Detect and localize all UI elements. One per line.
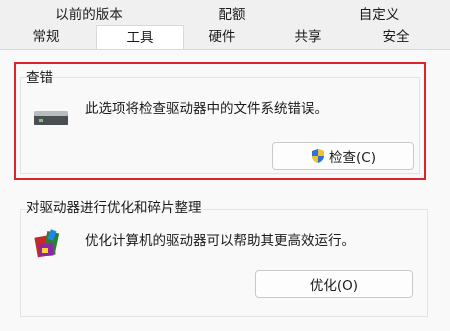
error-check-description: 此选项将检查驱动器中的文件系统错误。: [85, 101, 328, 117]
check-button[interactable]: 检查(C): [272, 142, 414, 170]
tab-customize[interactable]: 自定义: [354, 4, 404, 26]
tab-general[interactable]: 常规: [26, 26, 66, 48]
optimize-title: 对驱动器进行优化和碎片整理: [26, 200, 202, 216]
optimize-group-frame: [20, 209, 428, 317]
error-check-title: 查错: [26, 70, 53, 86]
tab-row-top: 以前的版本 配额 自定义: [0, 4, 450, 26]
defrag-icon: [34, 229, 60, 258]
optimize-button[interactable]: 优化(O): [255, 270, 413, 298]
tab-hardware[interactable]: 硬件: [202, 26, 242, 48]
tab-sharing[interactable]: 共享: [288, 26, 328, 48]
tab-security[interactable]: 安全: [376, 26, 416, 48]
check-button-label: 检查(C): [329, 150, 376, 166]
uac-shield-icon: [312, 149, 325, 163]
tab-quota[interactable]: 配额: [212, 4, 252, 26]
tab-tools[interactable]: 工具: [96, 25, 184, 50]
drive-icon: [34, 111, 68, 125]
optimize-button-label: 优化(O): [309, 278, 359, 294]
optimize-description: 优化计算机的驱动器可以帮助其更高效运行。: [85, 233, 355, 249]
tab-row-bottom: 常规 工具 硬件 共享 安全: [0, 25, 450, 50]
tab-previous-versions[interactable]: 以前的版本: [52, 4, 126, 26]
